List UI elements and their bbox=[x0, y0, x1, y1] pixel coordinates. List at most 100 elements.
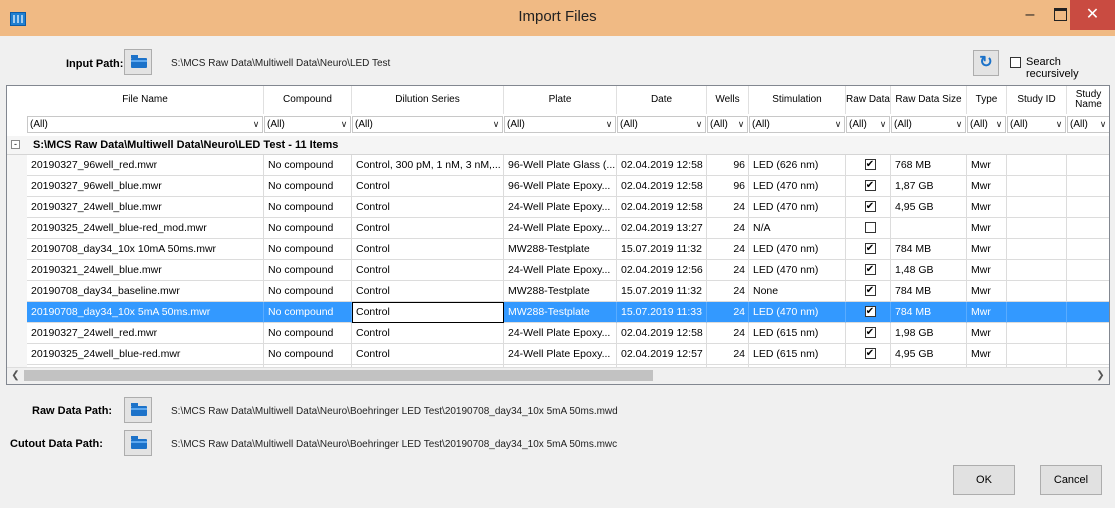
cell-stim[interactable]: LED (626 nm) bbox=[749, 155, 846, 176]
cell-wells[interactable]: 24 bbox=[707, 281, 749, 302]
cell-date[interactable]: 02.04.2019 12:58 bbox=[617, 176, 707, 197]
chevron-down-icon[interactable]: ∨ bbox=[877, 116, 889, 133]
cell-date[interactable]: 15.07.2019 11:32 bbox=[617, 239, 707, 260]
chevron-down-icon[interactable]: ∨ bbox=[735, 116, 747, 133]
column-header-dilution-series[interactable]: Dilution Series bbox=[352, 86, 504, 114]
cell-stim[interactable]: LED (470 nm) bbox=[749, 260, 846, 281]
column-header-study-name[interactable]: Study Name bbox=[1067, 86, 1109, 114]
table-row[interactable]: 20190327_96well_blue.mwr No compound Contr… bbox=[7, 176, 1109, 197]
chevron-down-icon[interactable]: ∨ bbox=[338, 116, 350, 133]
cell-study-id[interactable] bbox=[1007, 260, 1067, 281]
cell-compound[interactable]: No compound bbox=[264, 323, 352, 344]
cell-stim[interactable]: None bbox=[749, 281, 846, 302]
column-header-study-id[interactable]: Study ID bbox=[1007, 86, 1067, 114]
chevron-down-icon[interactable]: ∨ bbox=[1053, 116, 1065, 133]
cell-size[interactable]: 784 MB bbox=[891, 281, 967, 302]
cell-type[interactable]: Mwr bbox=[967, 302, 1007, 323]
chevron-down-icon[interactable]: ∨ bbox=[1097, 116, 1109, 133]
cell-date[interactable]: 02.04.2019 13:27 bbox=[617, 218, 707, 239]
scroll-left-icon[interactable]: ❮ bbox=[7, 368, 24, 384]
raw-data-checkbox[interactable]: ✔ bbox=[864, 284, 876, 296]
cell-compound[interactable]: No compound bbox=[264, 197, 352, 218]
filter-study-name[interactable]: (All) ∨ bbox=[1067, 116, 1109, 133]
cell-study-id[interactable] bbox=[1007, 344, 1067, 365]
cell-raw[interactable] bbox=[846, 218, 891, 239]
table-row[interactable]: 20190708_day34_10x 10mA 50ms.mwr No compo… bbox=[7, 239, 1109, 260]
cell-size[interactable]: 768 MB bbox=[891, 155, 967, 176]
cell-stim[interactable]: LED (470 nm) bbox=[749, 239, 846, 260]
cell-size[interactable]: 1,87 GB bbox=[891, 176, 967, 197]
cell-plate[interactable]: MW288-Testplate bbox=[504, 302, 617, 323]
chevron-down-icon[interactable]: ∨ bbox=[490, 116, 502, 133]
raw-data-checkbox[interactable]: ✔ bbox=[864, 347, 876, 359]
cell-file[interactable]: 20190325_24well_blue-red.mwr bbox=[27, 344, 264, 365]
chevron-down-icon[interactable]: ∨ bbox=[832, 116, 844, 133]
cell-study-name[interactable] bbox=[1067, 260, 1109, 281]
cell-type[interactable]: Mwr bbox=[967, 218, 1007, 239]
chevron-down-icon[interactable]: ∨ bbox=[250, 116, 262, 133]
cell-plate[interactable]: 96-Well Plate Glass (... bbox=[504, 155, 617, 176]
input-browse-button[interactable] bbox=[124, 49, 152, 75]
cell-dilution[interactable]: Control bbox=[352, 176, 504, 197]
ok-button[interactable]: OK bbox=[953, 465, 1015, 495]
table-row[interactable]: 20190708_day34_baseline.mwr No compound Co… bbox=[7, 281, 1109, 302]
cell-date[interactable]: 02.04.2019 12:58 bbox=[617, 155, 707, 176]
cell-plate[interactable]: 96-Well Plate Epoxy... bbox=[504, 176, 617, 197]
cell-study-name[interactable] bbox=[1067, 218, 1109, 239]
cell-stim[interactable]: LED (615 nm) bbox=[749, 344, 846, 365]
cell-size[interactable]: 4,95 GB bbox=[891, 197, 967, 218]
cell-study-id[interactable] bbox=[1007, 197, 1067, 218]
column-header-raw-data-size[interactable]: Raw Data Size bbox=[891, 86, 967, 114]
chevron-down-icon[interactable]: ∨ bbox=[993, 116, 1005, 133]
filter-date[interactable]: (All) ∨ bbox=[617, 116, 706, 133]
cell-file[interactable]: 20190327_96well_blue.mwr bbox=[27, 176, 264, 197]
cell-date[interactable]: 15.07.2019 11:33 bbox=[617, 302, 707, 323]
cell-wells[interactable]: 96 bbox=[707, 176, 749, 197]
cell-stim[interactable]: N/A bbox=[749, 218, 846, 239]
cell-study-id[interactable] bbox=[1007, 155, 1067, 176]
cell-study-id[interactable] bbox=[1007, 239, 1067, 260]
cell-dilution[interactable]: Control bbox=[352, 302, 504, 323]
filter-wells[interactable]: (All) ∨ bbox=[707, 116, 748, 133]
cell-size[interactable] bbox=[891, 218, 967, 239]
cell-study-id[interactable] bbox=[1007, 218, 1067, 239]
filter-stimulation[interactable]: (All) ∨ bbox=[749, 116, 845, 133]
filter-raw-data-size[interactable]: (All) ∨ bbox=[891, 116, 966, 133]
cell-compound[interactable]: No compound bbox=[264, 302, 352, 323]
cell-size[interactable]: 4,95 GB bbox=[891, 344, 967, 365]
cell-file[interactable]: 20190327_24well_red.mwr bbox=[27, 323, 264, 344]
cell-compound[interactable]: No compound bbox=[264, 344, 352, 365]
filter-dilution-series[interactable]: (All) ∨ bbox=[352, 116, 503, 133]
scroll-thumb[interactable] bbox=[24, 370, 653, 381]
filter-compound[interactable]: (All) ∨ bbox=[264, 116, 351, 133]
cell-study-id[interactable] bbox=[1007, 323, 1067, 344]
cell-type[interactable]: Mwr bbox=[967, 155, 1007, 176]
cell-size[interactable]: 784 MB bbox=[891, 302, 967, 323]
cell-dilution[interactable]: Control bbox=[352, 323, 504, 344]
scroll-right-icon[interactable]: ❯ bbox=[1092, 368, 1109, 384]
cell-study-name[interactable] bbox=[1067, 344, 1109, 365]
cell-size[interactable]: 1,98 GB bbox=[891, 323, 967, 344]
cell-wells[interactable]: 24 bbox=[707, 260, 749, 281]
filter-study-id[interactable]: (All) ∨ bbox=[1007, 116, 1066, 133]
cell-plate[interactable]: 24-Well Plate Epoxy... bbox=[504, 218, 617, 239]
cell-stim[interactable]: LED (615 nm) bbox=[749, 323, 846, 344]
cell-dilution[interactable]: Control, 300 pM, 1 nM, 3 nM,... bbox=[352, 155, 504, 176]
column-header-file-name[interactable]: File Name bbox=[27, 86, 264, 114]
cell-file[interactable]: 20190327_24well_blue.mwr bbox=[27, 197, 264, 218]
refresh-button[interactable]: ↻ bbox=[973, 50, 999, 76]
column-header-compound[interactable]: Compound bbox=[264, 86, 352, 114]
cell-study-name[interactable] bbox=[1067, 176, 1109, 197]
table-row[interactable]: 20190325_24well_blue-red_mod.mwr No compo… bbox=[7, 218, 1109, 239]
cell-file[interactable]: 20190708_day34_10x 10mA 50ms.mwr bbox=[27, 239, 264, 260]
cell-stim[interactable]: LED (470 nm) bbox=[749, 197, 846, 218]
cell-dilution[interactable]: Control bbox=[352, 260, 504, 281]
cell-study-id[interactable] bbox=[1007, 281, 1067, 302]
cell-wells[interactable]: 24 bbox=[707, 344, 749, 365]
cell-wells[interactable]: 96 bbox=[707, 155, 749, 176]
cell-plate[interactable]: 24-Well Plate Epoxy... bbox=[504, 197, 617, 218]
raw-data-checkbox[interactable]: ✔ bbox=[864, 200, 876, 212]
table-row[interactable]: 20190327_96well_red.mwr No compound Contro… bbox=[7, 155, 1109, 176]
cell-plate[interactable]: MW288-Testplate bbox=[504, 239, 617, 260]
cell-study-id[interactable] bbox=[1007, 302, 1067, 323]
